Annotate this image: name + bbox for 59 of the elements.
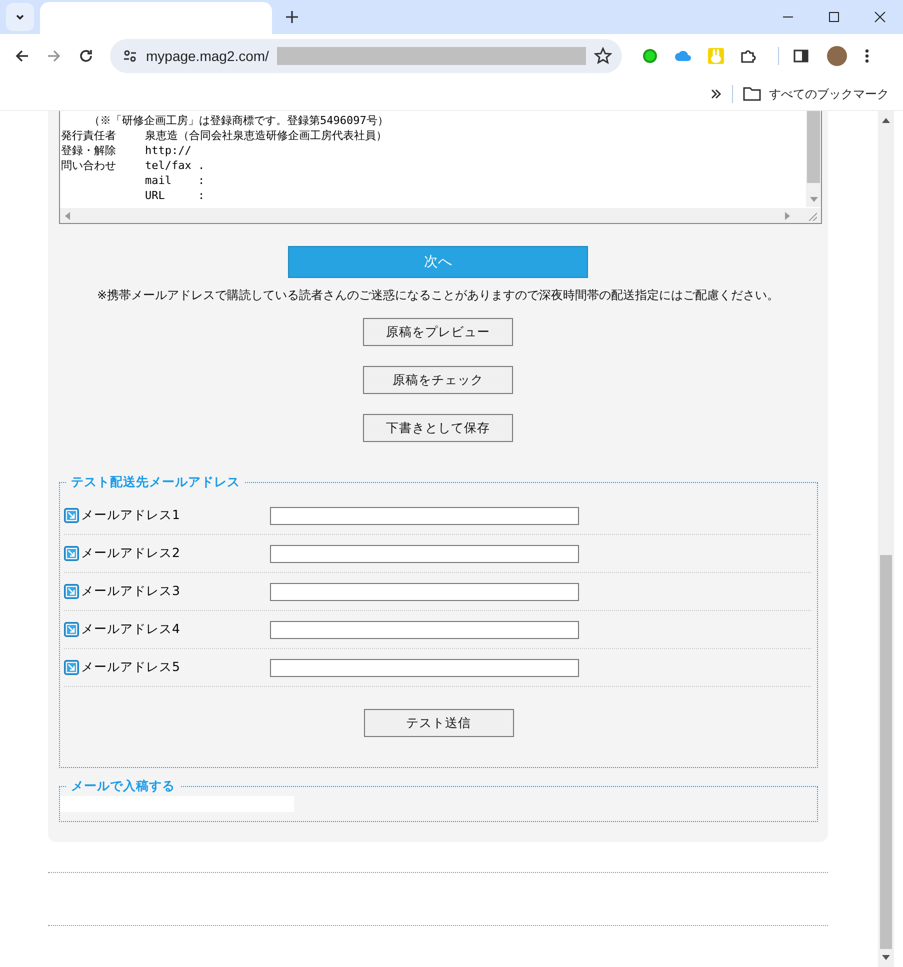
puzzle-icon[interactable] [740,48,756,64]
draft-text: 泉恵造（合同会社泉恵造研修企画工房代表社員） [145,128,387,143]
test-send-button[interactable]: テスト送信 [364,709,514,737]
draft-label: 発行責任者 [61,128,117,143]
field-label: メールアドレス3 [81,583,181,600]
right-arrow-icon[interactable] [785,212,791,220]
left-arrow-icon[interactable] [64,212,70,220]
page-scrollbar[interactable] [878,111,894,967]
draft-text: mail : [145,173,205,188]
action-button[interactable]: 原稿をチェック [363,366,513,394]
new-tab-icon[interactable] [286,11,298,23]
cloud-icon[interactable] [674,49,692,63]
draft-text: http:// [145,143,192,158]
reload-icon[interactable] [78,48,94,64]
email-input-field[interactable] [270,506,579,524]
site-settings-icon[interactable] [122,48,138,64]
vertical-scrollbar[interactable] [806,111,821,207]
draft-text: URL : [145,188,205,203]
all-bookmarks-button[interactable]: すべてのブックマーク [743,86,889,102]
field-label: メールアドレス1 [81,507,181,524]
more-menu-icon[interactable] [865,48,869,64]
field-label: メールアドレス4 [81,621,181,638]
fieldset-legend: テスト配送先メールアドレス [66,474,245,490]
profile-avatar[interactable] [827,46,847,66]
down-arrow-icon[interactable] [882,955,890,961]
star-icon[interactable] [594,47,612,65]
draft-text: tel/fax . [145,158,205,173]
ball-icon[interactable] [642,48,658,64]
draft-text: （※「研修企画工房」は登録商標です。登録第5496097号） [89,113,388,128]
side-panel-icon[interactable] [793,48,809,64]
draft-label: 登録・解除 [61,143,117,158]
address-bar[interactable]: mypage.mag2.com/ [110,39,622,73]
arrow-square-icon [64,622,79,637]
arrow-square-icon [64,584,79,599]
email-input-field[interactable] [270,658,579,676]
folder-icon [743,87,761,101]
up-arrow-icon[interactable] [882,117,890,123]
url-text: mypage.mag2.com/ [146,48,269,64]
email-input-field[interactable] [270,544,579,562]
draft-label: 問い合わせ [61,158,117,173]
close-icon[interactable] [874,11,886,23]
arrow-square-icon [64,508,79,523]
arrow-square-icon [64,546,79,561]
notice-text: ※携帯メールアドレスで購読している読者さんのご迷惑になることがありますので深夜時間帯の配送指定にはご配慮ください。 [96,287,780,304]
back-arrow-icon[interactable] [14,48,30,64]
action-button[interactable]: 下書きとして保存 [363,414,513,442]
fieldset-legend: メールで入稿する [66,778,180,794]
action-button[interactable]: 原稿をプレビュー [363,318,513,346]
draft-textarea[interactable]: （※「研修企画工房」は登録商標です。登録第5496097号） 発行責任者 泉恵造（合同会社泉恵造研修企画工房代表社員） 登録・解除 http:// 問い合わせ tel/fax . mail : URL : [59,111,822,224]
arrow-square-icon [64,660,79,675]
field-label: メールアドレス2 [81,545,181,562]
double-chevron-icon[interactable] [710,88,722,100]
horizontal-scrollbar[interactable] [60,208,821,223]
maximize-icon[interactable] [828,11,840,23]
email-input-field[interactable] [270,582,579,600]
forward-arrow-icon[interactable] [46,48,62,64]
email-input-field[interactable] [270,620,579,638]
field-label: メールアドレス5 [81,659,181,676]
resize-grip-icon[interactable] [807,210,817,220]
